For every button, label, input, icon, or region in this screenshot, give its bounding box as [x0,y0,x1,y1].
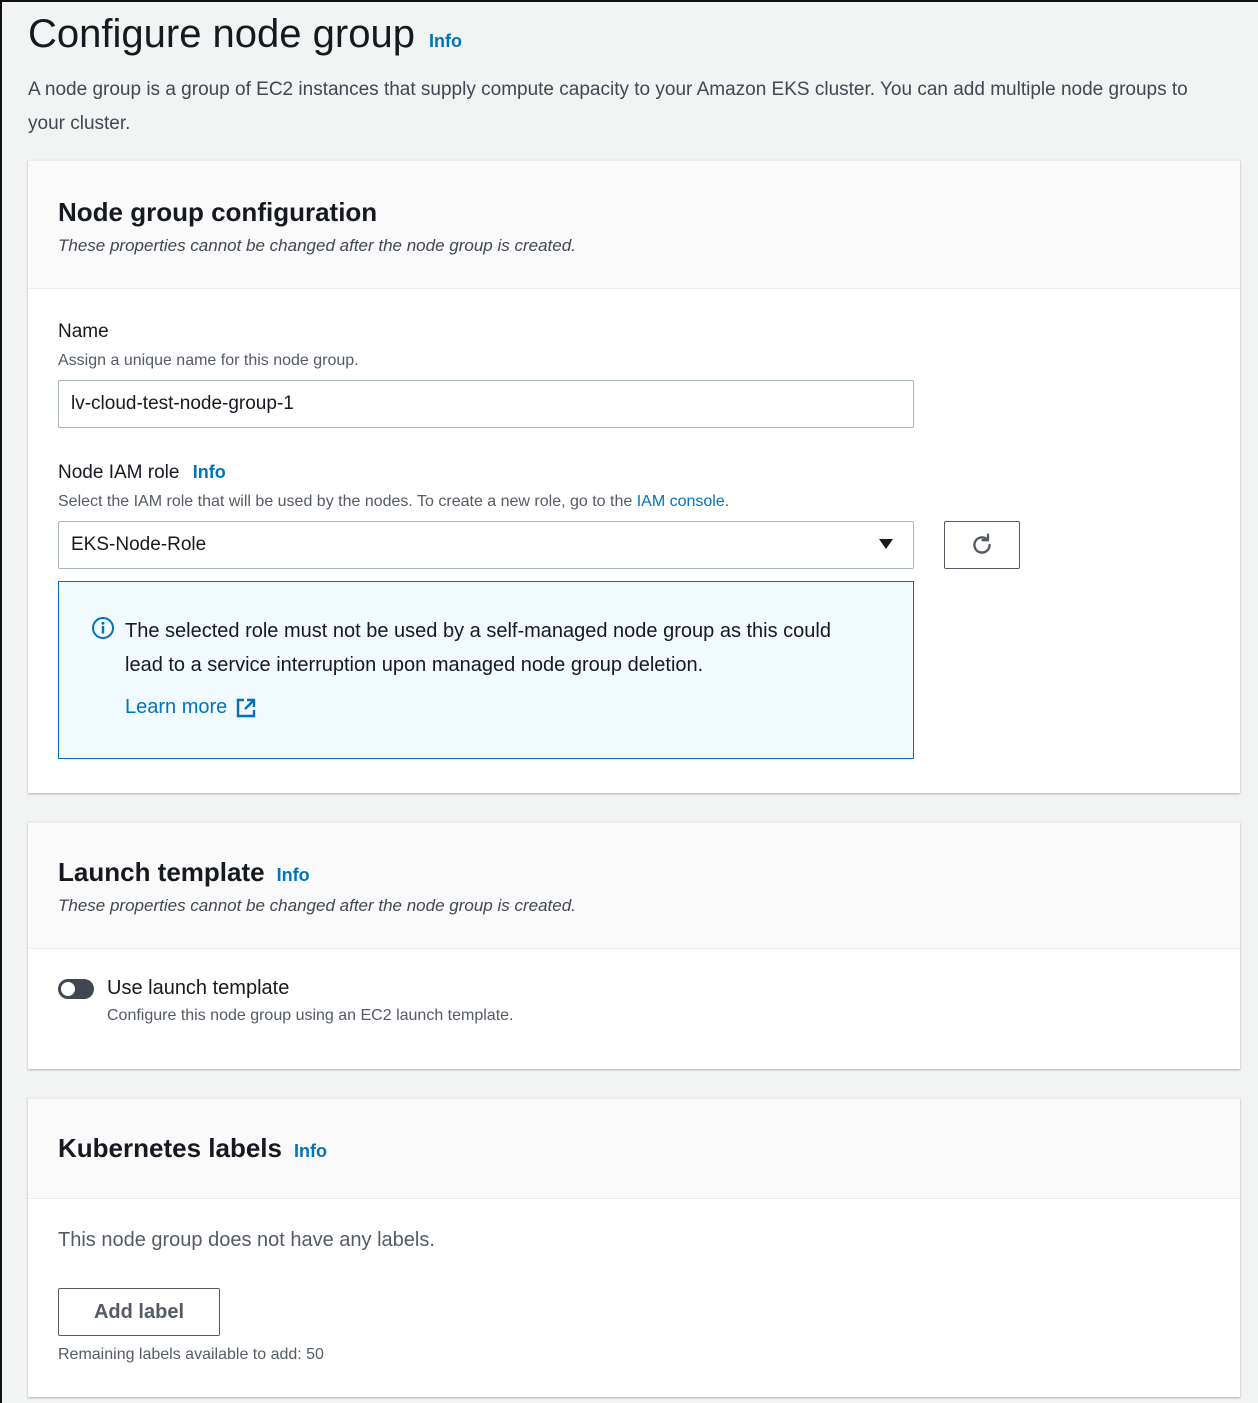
iam-role-select[interactable]: EKS-Node-Role [58,521,914,569]
page-description: A node group is a group of EC2 instances… [28,79,1188,134]
empty-labels-text: This node group does not have any labels… [58,1229,435,1251]
iam-console-link[interactable]: IAM console [637,493,725,510]
alert-text: The selected role must not be used by a … [125,620,831,676]
info-alert: The selected role must not be used by a … [58,581,914,759]
launch-template-toggle[interactable] [58,979,94,999]
name-label: Name [58,321,1210,343]
launch-template-card: Launch template Info These properties ca… [28,822,1240,1069]
card-title: Node group configuration [58,197,1210,228]
refresh-button[interactable] [944,521,1020,569]
page-info-link[interactable]: Info [429,15,462,67]
page-title-text: Configure node group [28,12,415,56]
remaining-labels-text: Remaining labels available to add: 50 [58,1346,324,1363]
info-icon [92,617,114,639]
card-title-text: Launch template [58,857,265,887]
toggle-description: Configure this node group using an EC2 l… [107,1007,514,1024]
iam-role-select-row: EKS-Node-Role [58,521,1210,569]
iam-role-description-suffix: . [724,493,730,510]
toggle-knob [61,982,75,996]
add-label-button[interactable]: Add label [58,1288,220,1336]
card-header: Launch template Info These properties ca… [28,823,1240,949]
card-body: Use launch template Configure this node … [28,977,1240,1025]
name-description: Assign a unique name for this node group… [58,352,359,369]
card-title-text: Kubernetes labels [58,1133,282,1163]
iam-role-label-text: Node IAM role [58,462,180,483]
launch-template-info-link[interactable]: Info [277,865,310,886]
node-group-configuration-card: Node group configuration These propertie… [28,160,1240,793]
card-title-text: Node group configuration [58,197,378,227]
card-subtitle: These properties cannot be changed after… [58,896,576,915]
iam-role-description: Select the IAM role that will be used by… [58,493,1210,511]
page-header: Configure node group Info A node group i… [28,8,1238,141]
toggle-label: Use launch template [107,977,290,999]
refresh-icon [973,533,991,554]
learn-more-link[interactable]: Learn more [125,696,883,719]
iam-role-description-text: Select the IAM role that will be used by… [58,493,637,510]
card-header: Node group configuration These propertie… [28,161,1240,289]
name-label-text: Name [58,321,109,342]
page-title: Configure node group Info [28,8,1238,67]
card-title: Launch template Info [58,857,1210,888]
iam-role-info-link[interactable]: Info [193,462,226,482]
toggle-text: Use launch template Configure this node … [107,977,513,1025]
kubernetes-labels-card: Kubernetes labels Info This node group d… [28,1098,1240,1397]
page: Configure node group Info A node group i… [0,0,1258,1403]
iam-role-label: Node IAM role Info [58,462,1210,484]
name-input[interactable] [58,380,914,428]
card-body: Name Assign a unique name for this node … [28,289,1240,759]
external-link-icon [237,698,256,717]
learn-more-text[interactable]: Learn more [125,696,227,719]
iam-role-selected-value: EKS-Node-Role [71,534,207,555]
card-body: This node group does not have any labels… [28,1229,1240,1364]
card-header: Kubernetes labels Info [28,1099,1240,1199]
card-subtitle: These properties cannot be changed after… [58,236,576,255]
launch-template-toggle-row: Use launch template Configure this node … [58,977,1210,1025]
kubernetes-labels-info-link[interactable]: Info [294,1141,327,1162]
card-title: Kubernetes labels Info [58,1133,1210,1164]
caret-down-icon [879,539,893,549]
